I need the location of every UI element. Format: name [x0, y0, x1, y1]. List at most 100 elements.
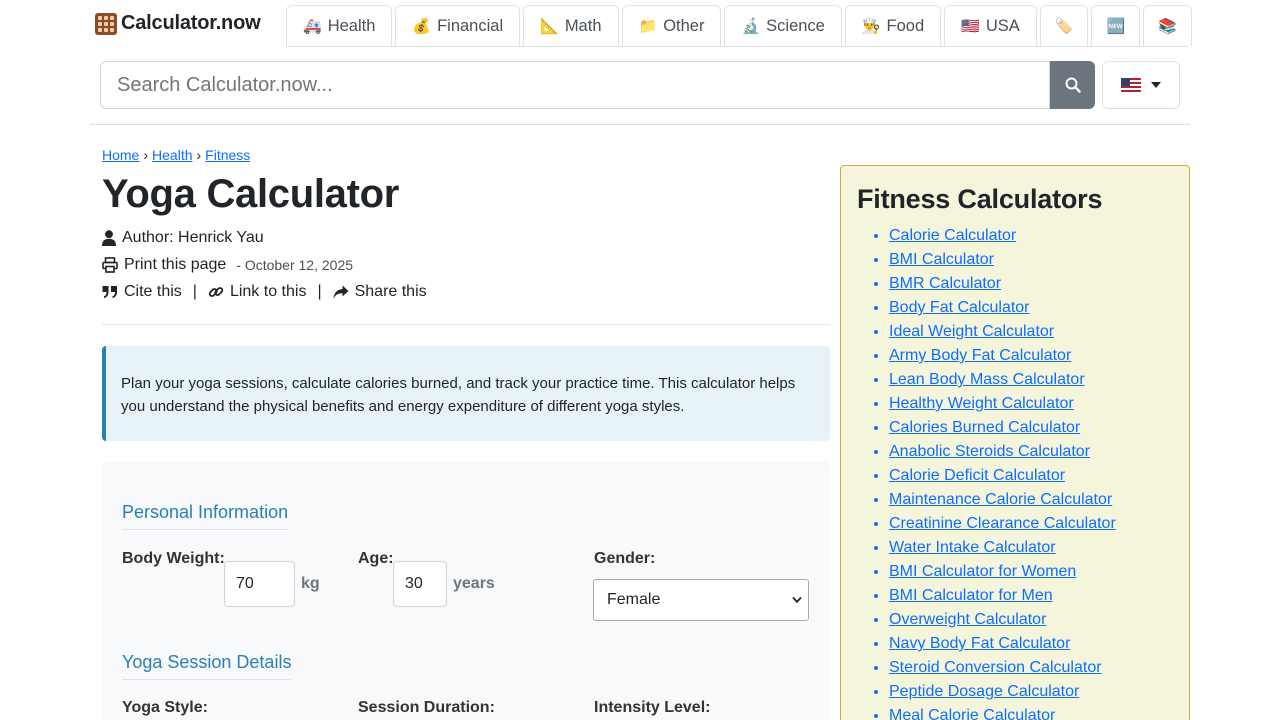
author-name: Author: Henrick Yau — [122, 229, 264, 246]
search-bar — [100, 61, 1095, 109]
list-item: Calorie Deficit Calculator — [889, 464, 1173, 488]
link-label: Link to this — [229, 283, 307, 300]
share-label: Share this — [354, 283, 427, 300]
list-item: Peptide Dosage Calculator — [889, 680, 1173, 704]
link-button[interactable]: Link to this — [208, 283, 306, 301]
sidebar-link[interactable]: BMI Calculator for Women — [889, 563, 1076, 580]
user-icon — [102, 230, 116, 246]
print-link[interactable]: Print this page — [124, 256, 226, 274]
gender-value: Female — [607, 591, 661, 608]
link-icon — [208, 287, 224, 297]
tab-other[interactable]: 📁 Other — [621, 5, 722, 46]
sidebar-link[interactable]: Meal Calorie Calculator — [889, 707, 1055, 720]
search-icon — [1065, 77, 1081, 93]
sidebar-link[interactable]: Healthy Weight Calculator — [889, 395, 1074, 412]
search-button[interactable] — [1050, 61, 1095, 109]
sidebar-link[interactable]: Steroid Conversion Calculator — [889, 659, 1102, 676]
site-logo[interactable]: Calculator.now — [95, 12, 261, 35]
sidebar-link[interactable]: BMI Calculator for Men — [889, 587, 1053, 604]
breadcrumb-home[interactable]: Home — [102, 147, 139, 163]
sidebar-link[interactable]: Lean Body Mass Calculator — [889, 371, 1085, 388]
sidebar-link[interactable]: Water Intake Calculator — [889, 539, 1056, 556]
breadcrumb-separator: › — [143, 147, 149, 163]
sidebar-link[interactable]: Calories Burned Calculator — [889, 419, 1080, 436]
cite-button[interactable]: Cite this — [102, 283, 182, 301]
sidebar-link[interactable]: Peptide Dosage Calculator — [889, 683, 1079, 700]
us-flag-icon: 🇺🇸 — [961, 18, 980, 35]
site-header: Calculator.now 🚑 Health 💰 Financial 📐 Math … — [90, 0, 1192, 125]
chevron-down-icon — [792, 596, 802, 604]
yoga-session-heading: Yoga Session Details — [122, 652, 292, 680]
list-item: Navy Body Fat Calculator — [889, 632, 1173, 656]
list-item: Healthy Weight Calculator — [889, 392, 1173, 416]
print-line: Print this page - October 12, 2025 — [102, 256, 353, 274]
body-weight-label: Body Weight: — [122, 550, 225, 567]
tab-deals[interactable]: 🏷️ — [1039, 5, 1089, 46]
gender-label: Gender: — [594, 550, 656, 567]
intensity-level-label: Intensity Level: — [594, 699, 711, 716]
sidebar-link[interactable]: BMI Calculator — [889, 251, 994, 268]
sidebar-link[interactable]: Overweight Calculator — [889, 611, 1046, 628]
publish-date: - October 12, 2025 — [236, 257, 354, 273]
print-icon — [102, 257, 118, 273]
list-item: Body Fat Calculator — [889, 296, 1173, 320]
tab-science[interactable]: 🔬 Science — [724, 5, 842, 46]
sidebar-link[interactable]: BMR Calculator — [889, 275, 1001, 292]
sidebar-link[interactable]: Calorie Calculator — [889, 227, 1016, 244]
tab-label: USA — [985, 16, 1020, 35]
session-duration-label: Session Duration: — [358, 699, 495, 716]
abacus-icon — [95, 12, 117, 35]
cite-label: Cite this — [124, 283, 182, 300]
list-item: Meal Calorie Calculator — [889, 704, 1173, 720]
tab-math[interactable]: 📐 Math — [523, 5, 619, 46]
list-item: Steroid Conversion Calculator — [889, 656, 1173, 680]
search-input[interactable] — [100, 61, 1050, 109]
breadcrumb-fitness[interactable]: Fitness — [205, 147, 250, 163]
microscope-icon: 🔬 — [741, 18, 761, 35]
body-weight-input[interactable]: 70 — [224, 561, 295, 607]
separator: | — [317, 283, 322, 300]
share-button[interactable]: Share this — [333, 283, 427, 301]
list-item: Ideal Weight Calculator — [889, 320, 1173, 344]
age-input[interactable]: 30 — [393, 561, 447, 607]
quote-icon — [102, 286, 117, 298]
tab-label: Other — [663, 16, 705, 35]
share-icon — [333, 285, 349, 299]
age-label: Age: — [358, 550, 394, 567]
sidebar-list: Calorie Calculator BMI Calculator BMR Ca… — [857, 224, 1173, 720]
list-item: Water Intake Calculator — [889, 536, 1173, 560]
books-icon: 📚 — [1158, 18, 1177, 35]
category-tabs: 🚑 Health 💰 Financial 📐 Math 📁 Other 🔬 Science… — [286, 5, 1192, 47]
page-title: Yoga Calculator — [102, 172, 400, 216]
tab-label: Financial — [437, 16, 504, 35]
tab-health[interactable]: 🚑 Health — [286, 5, 393, 47]
language-dropdown[interactable] — [1102, 61, 1180, 109]
list-item: Maintenance Calorie Calculator — [889, 488, 1173, 512]
personal-info-heading: Personal Information — [122, 502, 289, 530]
list-item: Army Body Fat Calculator — [889, 344, 1173, 368]
sidebar-link[interactable]: Body Fat Calculator — [889, 299, 1030, 316]
sidebar-link[interactable]: Army Body Fat Calculator — [889, 347, 1071, 364]
list-item: Creatinine Clearance Calculator — [889, 512, 1173, 536]
sidebar-link[interactable]: Ideal Weight Calculator — [889, 323, 1054, 340]
list-item: BMI Calculator — [889, 248, 1173, 272]
sidebar-link[interactable]: Maintenance Calorie Calculator — [889, 491, 1112, 508]
caret-down-icon — [1151, 82, 1161, 88]
tab-label: Science — [766, 16, 825, 35]
tab-usa[interactable]: 🇺🇸 USA — [944, 5, 1037, 46]
list-item: BMI Calculator for Women — [889, 560, 1173, 584]
age-unit: years — [453, 575, 495, 592]
sidebar-link[interactable]: Navy Body Fat Calculator — [889, 635, 1070, 652]
breadcrumb-health[interactable]: Health — [152, 147, 192, 163]
sidebar-link[interactable]: Creatinine Clearance Calculator — [889, 515, 1116, 532]
tabs-divider — [286, 46, 1188, 47]
sidebar-link[interactable]: Calorie Deficit Calculator — [889, 467, 1065, 484]
tab-books[interactable]: 📚 — [1143, 5, 1192, 46]
tab-financial[interactable]: 💰 Financial — [395, 5, 521, 46]
tab-new[interactable]: 🆕 — [1091, 5, 1141, 46]
tab-food[interactable]: 👨‍🍳 Food — [844, 5, 942, 46]
gender-select[interactable]: Female — [593, 579, 809, 621]
share-actions: Cite this | Link to this | Share this — [102, 283, 427, 301]
breadcrumb: Home › Health › Fitness — [102, 147, 250, 163]
sidebar-link[interactable]: Anabolic Steroids Calculator — [889, 443, 1090, 460]
